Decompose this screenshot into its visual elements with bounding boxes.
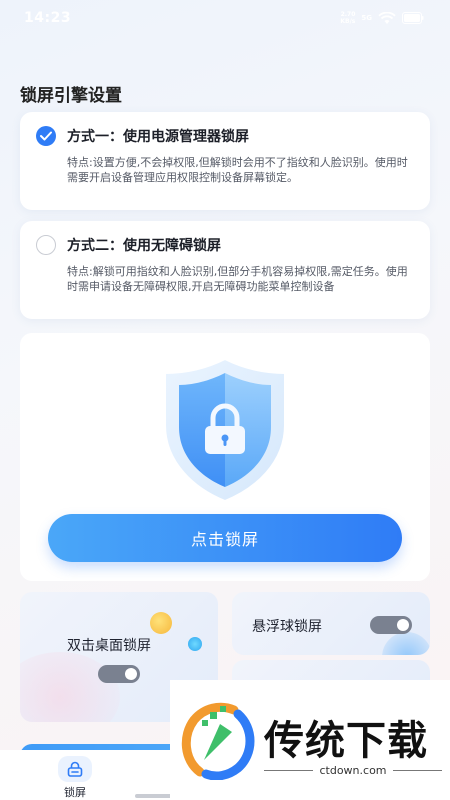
double-tap-lock-toggle[interactable] [98,665,140,683]
nav-item-lock[interactable]: 锁屏 [50,756,100,800]
net-speed-unit: KB/s [340,18,356,25]
radio-unchecked-icon[interactable] [36,235,56,255]
wifi-icon [378,11,396,25]
option-card-power-manager[interactable]: 方式一：使用电源管理器锁屏 特点:设置方便,不会掉权限,但解锁时会用不了指纹和人… [20,112,430,210]
net-speed: 2.70 KB/s [340,11,355,25]
shield-lock-icon [155,355,295,505]
decor-glow [382,632,430,655]
watermark-url-row: ctdown.com [264,764,442,777]
status-bar: 14:23 2.70 KB/s 5G [0,0,450,36]
signal-icon: 5G [361,14,372,22]
float-ball-lock-card[interactable]: 悬浮球锁屏 [232,592,430,655]
watermark-logo-icon [180,702,258,781]
status-icons: 2.70 KB/s 5G [340,11,424,25]
battery-icon [402,12,424,24]
watermark-name: 传统下载 [264,718,428,764]
status-time: 14:23 [24,10,72,26]
decor-glow [20,652,120,722]
double-tap-lock-label: 双击桌面锁屏 [67,638,151,654]
divider [392,770,442,771]
option-title: 方式一：使用电源管理器锁屏 [67,129,249,145]
lock-icon [58,756,92,782]
option-description: 特点:设置方便,不会掉权限,但解锁时会用不了指纹和人脸识别。使用时需要开启设备管… [67,156,408,184]
lock-screen-button[interactable]: 点击锁屏 [48,514,402,562]
watermark-url: ctdown.com [319,764,387,777]
nav-item-label: 锁屏 [64,786,86,799]
float-ball-lock-label: 悬浮球锁屏 [252,619,322,635]
divider [264,770,314,771]
float-ball-lock-toggle[interactable] [370,616,412,634]
radio-checked-icon[interactable] [36,126,56,146]
decor-bubble-blue-icon [188,637,202,651]
watermark: 传统下载 ctdown.com [170,680,450,800]
lock-card: 点击锁屏 [20,333,430,581]
decor-bubble-yellow-icon [150,612,172,634]
page-title: 锁屏引擎设置 [20,86,122,106]
option-description: 特点:解锁可用指纹和人脸识别,但部分手机容易掉权限,需定任务。使用时需申请设备无… [67,265,408,293]
option-card-accessibility[interactable]: 方式二：使用无障碍锁屏 特点:解锁可用指纹和人脸识别,但部分手机容易掉权限,需定… [20,221,430,319]
option-title: 方式二：使用无障碍锁屏 [67,238,221,254]
net-speed-value: 2.70 [340,11,356,18]
